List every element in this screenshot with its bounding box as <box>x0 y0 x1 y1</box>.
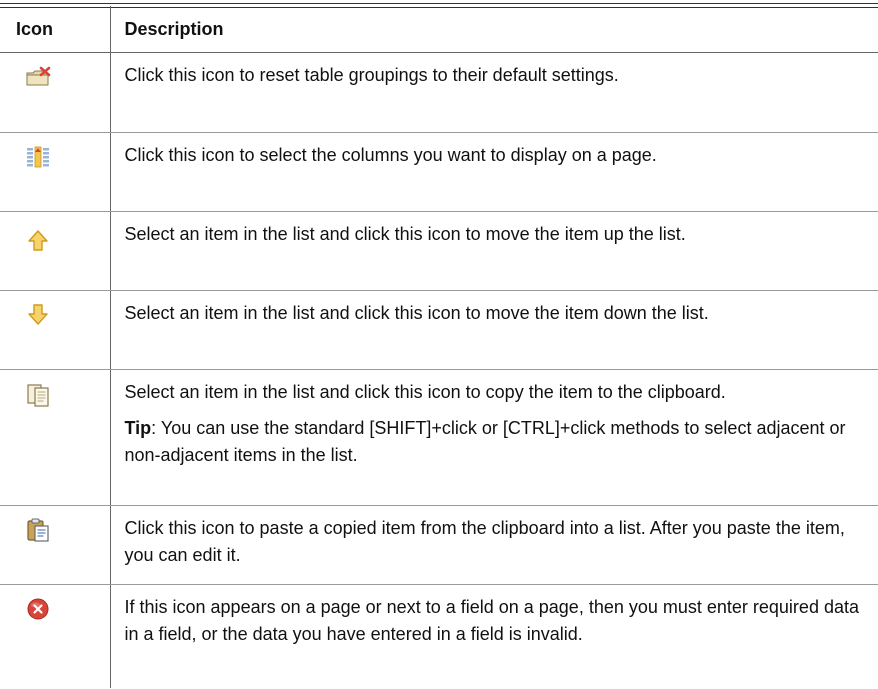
copy-icon <box>24 381 52 409</box>
row-description: Click this icon to paste a copied item f… <box>124 518 845 565</box>
row-description: If this icon appears on a page or next t… <box>124 597 859 644</box>
description-cell: Select an item in the list and click thi… <box>110 290 878 370</box>
table-row: Click this icon to paste a copied item f… <box>0 505 878 585</box>
description-cell: Select an item in the list and click thi… <box>110 211 878 291</box>
row-description: Select an item in the list and click thi… <box>124 224 686 244</box>
description-cell: Click this icon to select the columns yo… <box>110 132 878 212</box>
column-header-description: Description <box>110 6 878 53</box>
icon-cell <box>0 132 111 212</box>
icon-description-table: Icon Description Click this icon to rese… <box>0 6 878 688</box>
icon-cell <box>0 584 111 688</box>
tip-label: Tip <box>124 418 152 438</box>
description-cell: Click this icon to paste a copied item f… <box>110 505 878 585</box>
paste-icon <box>24 516 52 544</box>
icon-cell <box>0 505 111 585</box>
error-icon <box>24 595 52 623</box>
row-description: Select an item in the list and click thi… <box>124 382 726 402</box>
move-up-arrow-icon <box>24 227 52 255</box>
table-header-row: Icon Description <box>0 6 878 53</box>
icon-cell <box>0 52 111 133</box>
description-cell: Select an item in the list and click thi… <box>110 369 878 506</box>
table-row: Click this icon to reset table groupings… <box>0 52 878 133</box>
reset-table-groupings-icon <box>24 63 52 91</box>
table-row: If this icon appears on a page or next t… <box>0 584 878 689</box>
icon-cell <box>0 211 111 291</box>
description-cell: If this icon appears on a page or next t… <box>110 585 878 689</box>
tip-text: : You can use the standard [SHIFT]+click… <box>124 418 846 465</box>
move-down-arrow-icon <box>24 300 52 328</box>
tip-note: Tip: You can use the standard [SHIFT]+cl… <box>125 415 865 469</box>
table-row: Select an item in the list and click thi… <box>0 290 878 370</box>
table-row: Select an item in the list and click thi… <box>0 369 878 506</box>
table-row: Click this icon to select the columns yo… <box>0 132 878 212</box>
column-header-icon: Icon <box>0 6 111 53</box>
icon-cell <box>0 369 111 506</box>
select-columns-icon <box>24 143 52 171</box>
row-description: Click this icon to reset table groupings… <box>124 65 619 85</box>
row-description: Click this icon to select the columns yo… <box>124 145 657 165</box>
icon-cell <box>0 290 111 370</box>
row-description: Select an item in the list and click thi… <box>124 303 709 323</box>
description-cell: Click this icon to reset table groupings… <box>110 52 878 133</box>
table-row: Select an item in the list and click thi… <box>0 211 878 291</box>
